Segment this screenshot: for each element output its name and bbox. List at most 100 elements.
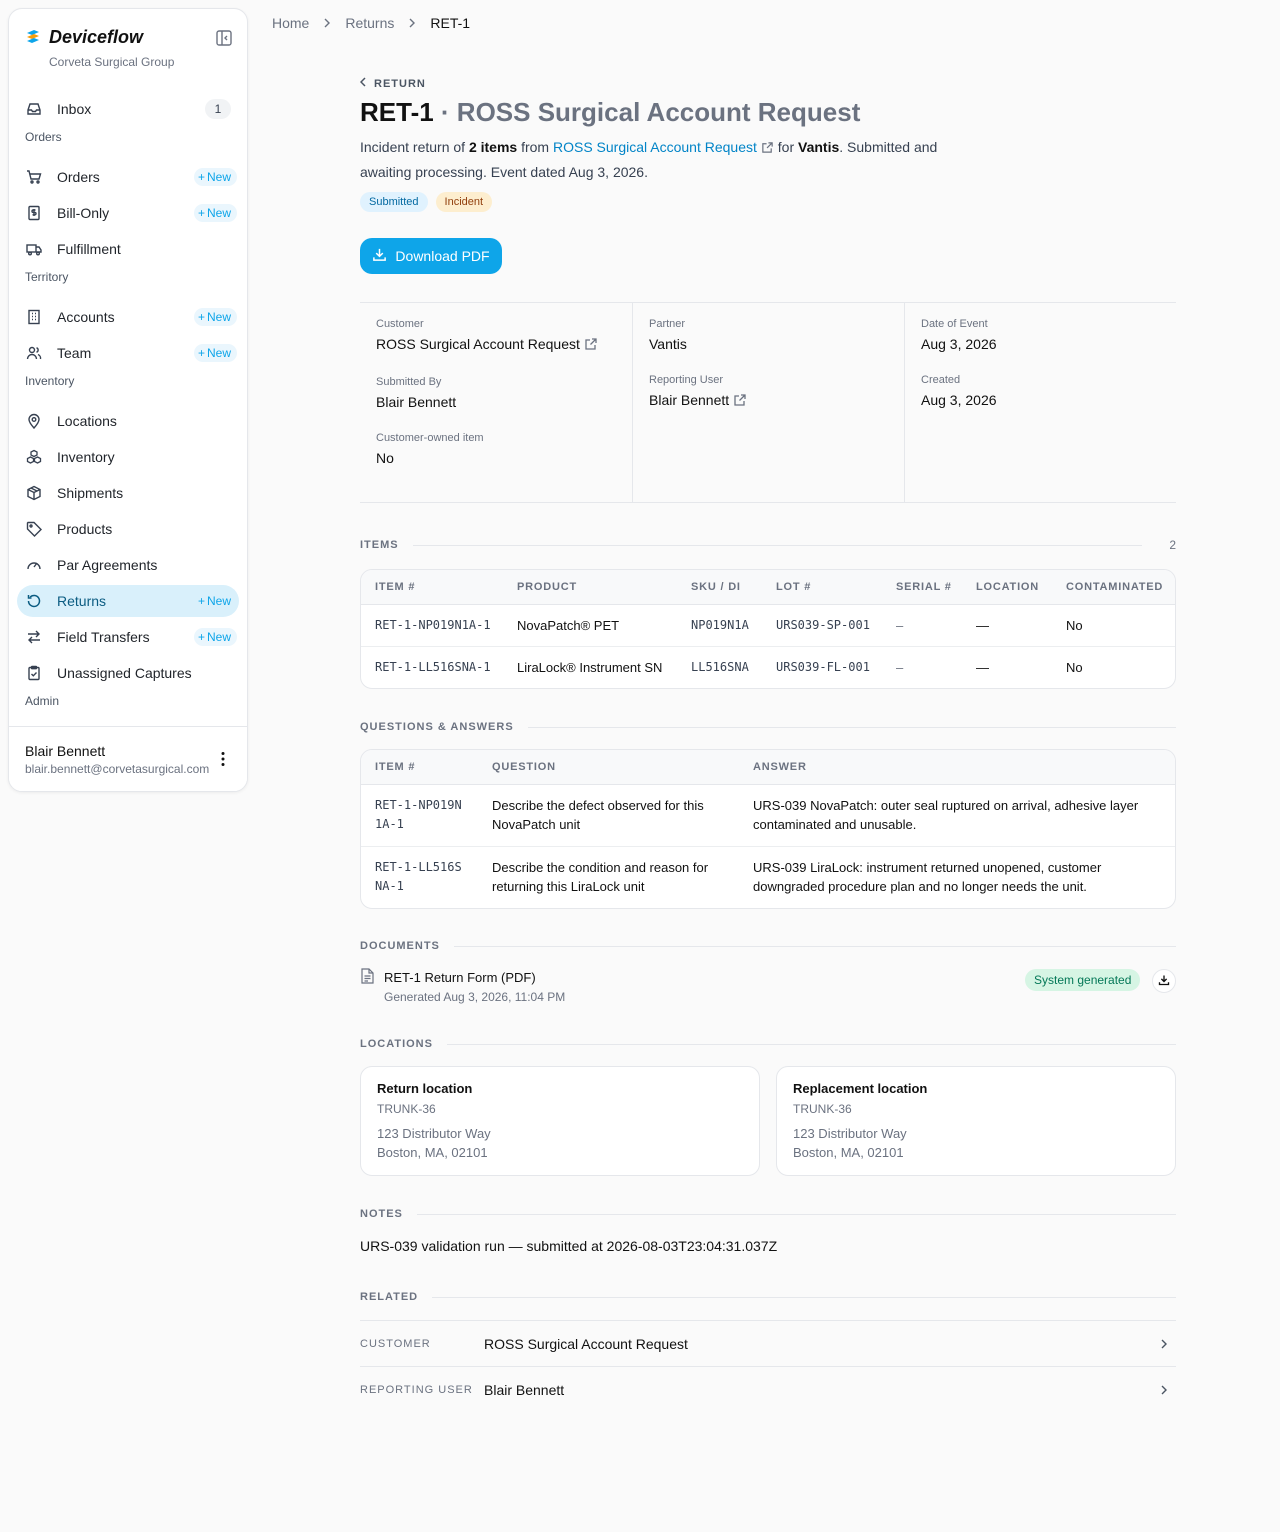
return-details-grid: Customer ROSS Surgical Account Request S…: [360, 302, 1176, 503]
arrows-swap-icon: [25, 628, 43, 646]
column-header: SKU / DI: [677, 570, 762, 605]
breadcrumb-returns[interactable]: Returns: [345, 15, 394, 31]
reporting-user-link[interactable]: Blair Bennett: [649, 392, 888, 410]
items-section-header: ITEMS 2: [360, 538, 1176, 552]
organization-name: Corveta Surgical Group: [49, 55, 175, 69]
related-customer-row[interactable]: CUSTOMER ROSS Surgical Account Request: [360, 1320, 1176, 1366]
building-icon: [25, 308, 43, 326]
users-icon: [25, 344, 43, 362]
table-row[interactable]: RET-1-LL516SNA-1 LiraLock® Instrument SN…: [361, 646, 1175, 688]
document-name[interactable]: RET-1 Return Form (PDF): [384, 970, 536, 985]
rotate-ccw-icon: [25, 592, 43, 610]
table-row[interactable]: RET-1-NP019N1A-1 NovaPatch® PET NP019N1A…: [361, 604, 1175, 647]
date-of-event-field: Date of Event Aug 3, 2026: [921, 318, 997, 352]
plus-icon: +: [197, 594, 205, 608]
map-pin-icon: [25, 412, 43, 430]
document-row: RET-1 Return Form (PDF) Generated Aug 3,…: [360, 968, 1176, 1008]
new-account-button[interactable]: + New: [193, 308, 237, 326]
sidebar-item-par-agreements[interactable]: Par Agreements: [17, 549, 239, 581]
chevron-right-icon: [323, 15, 331, 31]
cart-icon: [25, 168, 43, 186]
sidebar-item-fulfillment[interactable]: Fulfillment: [17, 233, 239, 265]
chevron-right-icon: [408, 15, 416, 31]
column-header: ITEM #: [361, 750, 478, 785]
items-count: 2: [1169, 538, 1176, 552]
return-summary: Incident return of 2 items from ROSS Sur…: [360, 139, 938, 180]
gauge-icon: [25, 556, 43, 574]
section-label-admin: Admin: [25, 694, 60, 708]
new-team-member-button[interactable]: + New: [193, 344, 237, 362]
new-return-button[interactable]: + New: [194, 592, 237, 610]
sidebar-item-unassigned-captures[interactable]: Unassigned Captures: [17, 657, 239, 689]
sidebar-item-orders[interactable]: Orders + New: [17, 161, 239, 193]
brand[interactable]: Deviceflow: [25, 27, 143, 48]
notes-section-header: NOTES: [360, 1208, 1176, 1220]
sidebar-item-inbox[interactable]: Inbox 1: [17, 93, 239, 125]
qa-table: ITEM # QUESTION ANSWER RET-1-NP019N1A-1 …: [360, 749, 1176, 909]
system-generated-badge: System generated: [1025, 969, 1141, 991]
qa-section-header: QUESTIONS & ANSWERS: [360, 721, 1176, 733]
column-header: ANSWER: [739, 750, 1175, 785]
user-name: Blair Bennett: [25, 743, 106, 759]
sidebar-item-returns[interactable]: Returns + New: [17, 585, 239, 617]
locations-section-header: LOCATIONS: [360, 1038, 1176, 1050]
download-document-button[interactable]: [1152, 969, 1176, 993]
section-label-inventory: Inventory: [25, 374, 75, 388]
column-header: ITEM #: [361, 570, 503, 605]
sidebar-item-bill-only[interactable]: Bill-Only + New: [17, 197, 239, 229]
status-badge: Submitted: [360, 192, 428, 212]
sidebar-item-locations[interactable]: Locations: [17, 405, 239, 437]
related-reporting-user-row[interactable]: REPORTING USER Blair Bennett: [360, 1366, 1176, 1412]
summary-customer-link[interactable]: ROSS Surgical Account Request: [553, 139, 774, 155]
chevron-left-icon: [359, 77, 366, 90]
table-row: RET-1-LL516SNA-1 Describe the condition …: [375, 860, 1102, 895]
external-link-icon: [733, 393, 747, 410]
notes-text: URS-039 validation run — submitted at 20…: [360, 1238, 778, 1254]
partner-field: Partner Vantis: [649, 318, 687, 352]
more-vertical-icon[interactable]: [213, 749, 233, 769]
related-section-header: RELATED: [360, 1291, 1176, 1303]
deviceflow-logo-icon: [25, 28, 41, 47]
documents-section-header: DOCUMENTS: [360, 940, 1176, 952]
collapse-sidebar-icon[interactable]: [215, 29, 233, 47]
receipt-dollar-icon: [25, 204, 43, 222]
chevron-right-icon: [1160, 1336, 1176, 1352]
inbox-count-badge: 1: [205, 99, 231, 119]
column-header: PRODUCT: [503, 570, 677, 605]
reporting-user-field: Reporting User Blair Bennett: [649, 374, 888, 410]
breadcrumb: Home Returns RET-1: [272, 15, 470, 31]
status-tags: Submitted Incident: [360, 192, 493, 212]
user-menu[interactable]: Blair Bennett blair.bennett@corvetasurgi…: [9, 726, 247, 791]
sidebar-item-team[interactable]: Team + New: [17, 337, 239, 369]
brand-name: Deviceflow: [49, 27, 144, 47]
back-to-returns-link[interactable]: RETURN: [359, 77, 426, 90]
new-order-button[interactable]: + New: [193, 168, 237, 186]
items-table: ITEM # PRODUCT SKU / DI LOT # SERIAL # L…: [360, 569, 1176, 689]
plus-icon: +: [197, 170, 205, 184]
clipboard-check-icon: [25, 664, 43, 682]
column-header: LOT #: [762, 570, 882, 605]
created-field: Created Aug 3, 2026: [921, 374, 997, 408]
sidebar-item-products[interactable]: Products: [17, 513, 239, 545]
download-icon: [372, 247, 387, 265]
sidebar-item-inventory[interactable]: Inventory: [17, 441, 239, 473]
download-icon: [1158, 973, 1170, 989]
sidebar-item-shipments[interactable]: Shipments: [17, 477, 239, 509]
column-header: SERIAL #: [882, 570, 962, 605]
plus-icon: +: [197, 346, 205, 360]
column-header: QUESTION: [478, 750, 739, 785]
section-label-orders: Orders: [25, 130, 62, 144]
breadcrumb-current: RET-1: [430, 15, 471, 31]
sidebar-item-accounts[interactable]: Accounts + New: [17, 301, 239, 333]
type-badge: Incident: [435, 192, 493, 212]
plus-icon: +: [197, 206, 205, 220]
package-icon: [25, 484, 43, 502]
details-column-3: Date of Event Aug 3, 2026 Created Aug 3,…: [904, 303, 1176, 502]
table-row: RET-1-NP019N1A-1 Describe the defect obs…: [361, 784, 1175, 847]
customer-link[interactable]: ROSS Surgical Account Request: [376, 336, 616, 354]
download-pdf-button[interactable]: Download PDF: [360, 238, 502, 274]
new-field-transfer-button[interactable]: + New: [193, 628, 237, 646]
breadcrumb-home[interactable]: Home: [272, 15, 309, 31]
sidebar-item-field-transfers[interactable]: Field Transfers + New: [17, 621, 239, 653]
new-bill-only-button[interactable]: + New: [193, 204, 237, 222]
